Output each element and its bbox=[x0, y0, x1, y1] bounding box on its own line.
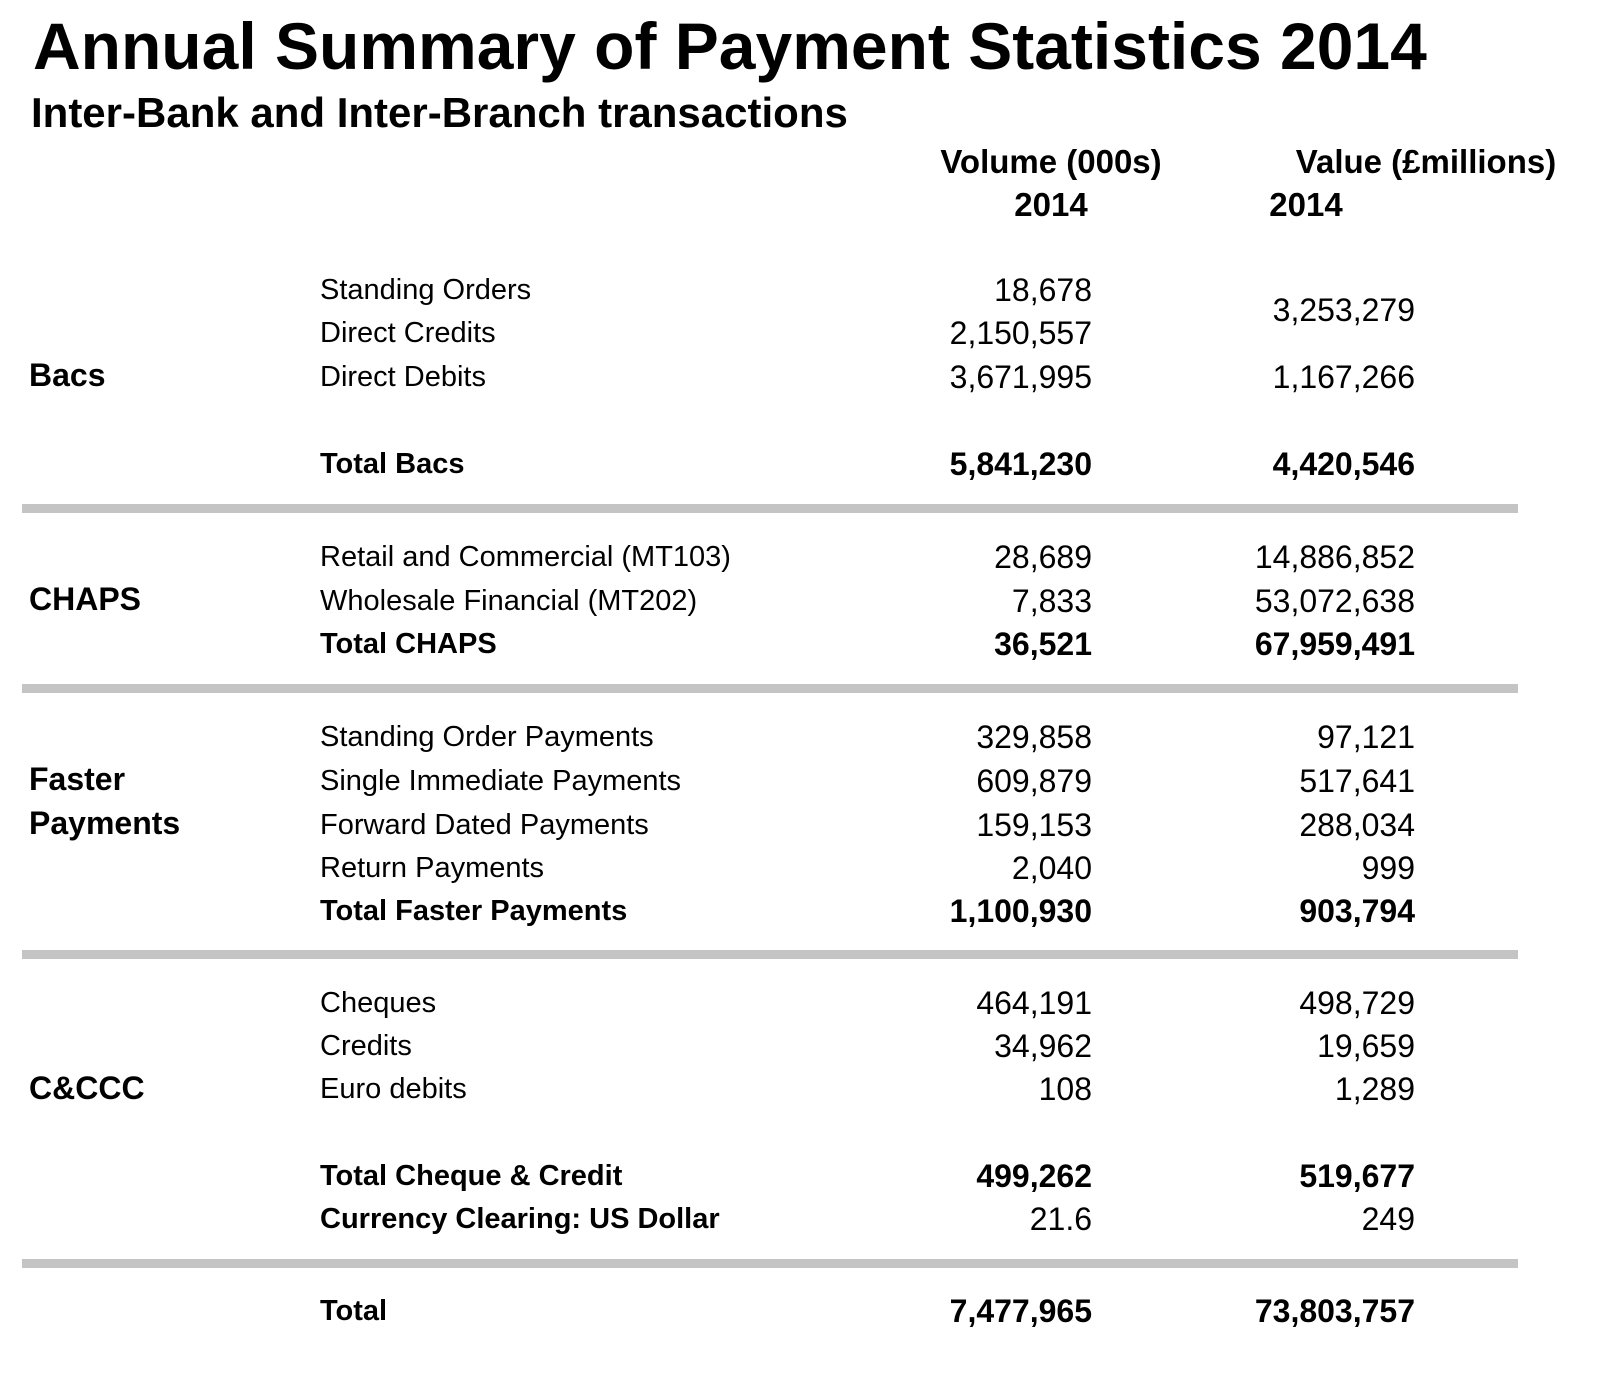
group-label-faster-line2: Payments bbox=[29, 805, 181, 841]
volume-cell: 28,689 bbox=[994, 539, 1092, 575]
currency-clearing-label: Currency Clearing: US Dollar bbox=[320, 1203, 720, 1235]
value-cell: 999 bbox=[1361, 850, 1415, 886]
volume-cell: 18,678 bbox=[994, 272, 1092, 308]
total-value-chaps: 67,959,491 bbox=[1254, 626, 1415, 662]
currency-clearing-volume: 21.6 bbox=[1029, 1201, 1092, 1237]
row-label: Standing Order Payments bbox=[320, 721, 654, 753]
row-label: Standing Orders bbox=[320, 274, 532, 306]
grand-total-label: Total bbox=[320, 1295, 388, 1327]
volume-cell: 3,671,995 bbox=[949, 359, 1092, 395]
value-cell: 53,072,638 bbox=[1254, 583, 1415, 619]
value-cell: 1,167,266 bbox=[1272, 359, 1415, 395]
value-column-year: 2014 bbox=[1269, 186, 1343, 223]
group-label-bacs: Bacs bbox=[29, 357, 106, 393]
volume-cell: 108 bbox=[1038, 1071, 1092, 1107]
row-label: Forward Dated Payments bbox=[320, 809, 649, 841]
volume-cell: 159,153 bbox=[976, 807, 1092, 843]
volume-column-year: 2014 bbox=[1014, 186, 1088, 223]
total-label-chaps: Total CHAPS bbox=[320, 628, 497, 660]
total-label-faster: Total Faster Payments bbox=[320, 895, 628, 927]
value-cell: 1,289 bbox=[1334, 1071, 1415, 1107]
row-label: Direct Credits bbox=[320, 317, 496, 349]
total-volume-faster: 1,100,930 bbox=[949, 893, 1092, 929]
value-cell: 19,659 bbox=[1317, 1028, 1415, 1064]
volume-cell: 2,150,557 bbox=[949, 315, 1092, 351]
group-label-faster-line1: Faster bbox=[29, 761, 126, 797]
group-label-cccc: C&CCC bbox=[29, 1070, 145, 1106]
group-label-chaps: CHAPS bbox=[29, 581, 142, 617]
section-divider bbox=[22, 950, 1518, 959]
total-value-cccc: 519,677 bbox=[1299, 1158, 1415, 1194]
value-cell-shared: 3,253,279 bbox=[1272, 292, 1415, 328]
row-label: Credits bbox=[320, 1030, 412, 1062]
section-divider bbox=[22, 1259, 1518, 1268]
volume-cell: 7,833 bbox=[1011, 583, 1092, 619]
value-cell: 97,121 bbox=[1317, 719, 1415, 755]
volume-cell: 34,962 bbox=[994, 1028, 1092, 1064]
volume-cell: 2,040 bbox=[1011, 850, 1092, 886]
total-label-bacs: Total Bacs bbox=[320, 448, 465, 480]
row-label: Wholesale Financial (MT202) bbox=[320, 585, 698, 617]
total-volume-chaps: 36,521 bbox=[994, 626, 1092, 662]
value-column-header: Value (£millions) bbox=[1295, 143, 1557, 180]
grand-total-volume: 7,477,965 bbox=[949, 1293, 1092, 1329]
total-volume-cccc: 499,262 bbox=[976, 1158, 1092, 1194]
grand-total-value: 73,803,757 bbox=[1254, 1293, 1415, 1329]
section-divider bbox=[22, 504, 1518, 513]
volume-cell: 464,191 bbox=[976, 985, 1092, 1021]
row-label: Return Payments bbox=[320, 852, 545, 884]
value-cell: 14,886,852 bbox=[1254, 539, 1415, 575]
section-divider bbox=[22, 684, 1518, 693]
currency-clearing-value: 249 bbox=[1361, 1201, 1415, 1237]
row-label: Single Immediate Payments bbox=[320, 765, 682, 797]
total-label-cccc: Total Cheque & Credit bbox=[320, 1160, 623, 1192]
volume-column-header: Volume (000s) bbox=[940, 143, 1162, 180]
value-cell: 498,729 bbox=[1299, 985, 1415, 1021]
total-value-bacs: 4,420,546 bbox=[1272, 446, 1415, 482]
total-value-faster: 903,794 bbox=[1299, 893, 1415, 929]
volume-cell: 329,858 bbox=[976, 719, 1092, 755]
row-label: Cheques bbox=[320, 987, 437, 1019]
page-title: Annual Summary of Payment Statistics 201… bbox=[33, 9, 1427, 83]
volume-cell: 609,879 bbox=[976, 763, 1092, 799]
row-label: Retail and Commercial (MT103) bbox=[320, 541, 731, 573]
value-cell: 517,641 bbox=[1299, 763, 1415, 799]
total-volume-bacs: 5,841,230 bbox=[949, 446, 1092, 482]
value-cell: 288,034 bbox=[1299, 807, 1415, 843]
page-subtitle: Inter-Bank and Inter-Branch transactions bbox=[31, 89, 848, 136]
row-label: Euro debits bbox=[320, 1073, 467, 1105]
row-label: Direct Debits bbox=[320, 361, 486, 393]
